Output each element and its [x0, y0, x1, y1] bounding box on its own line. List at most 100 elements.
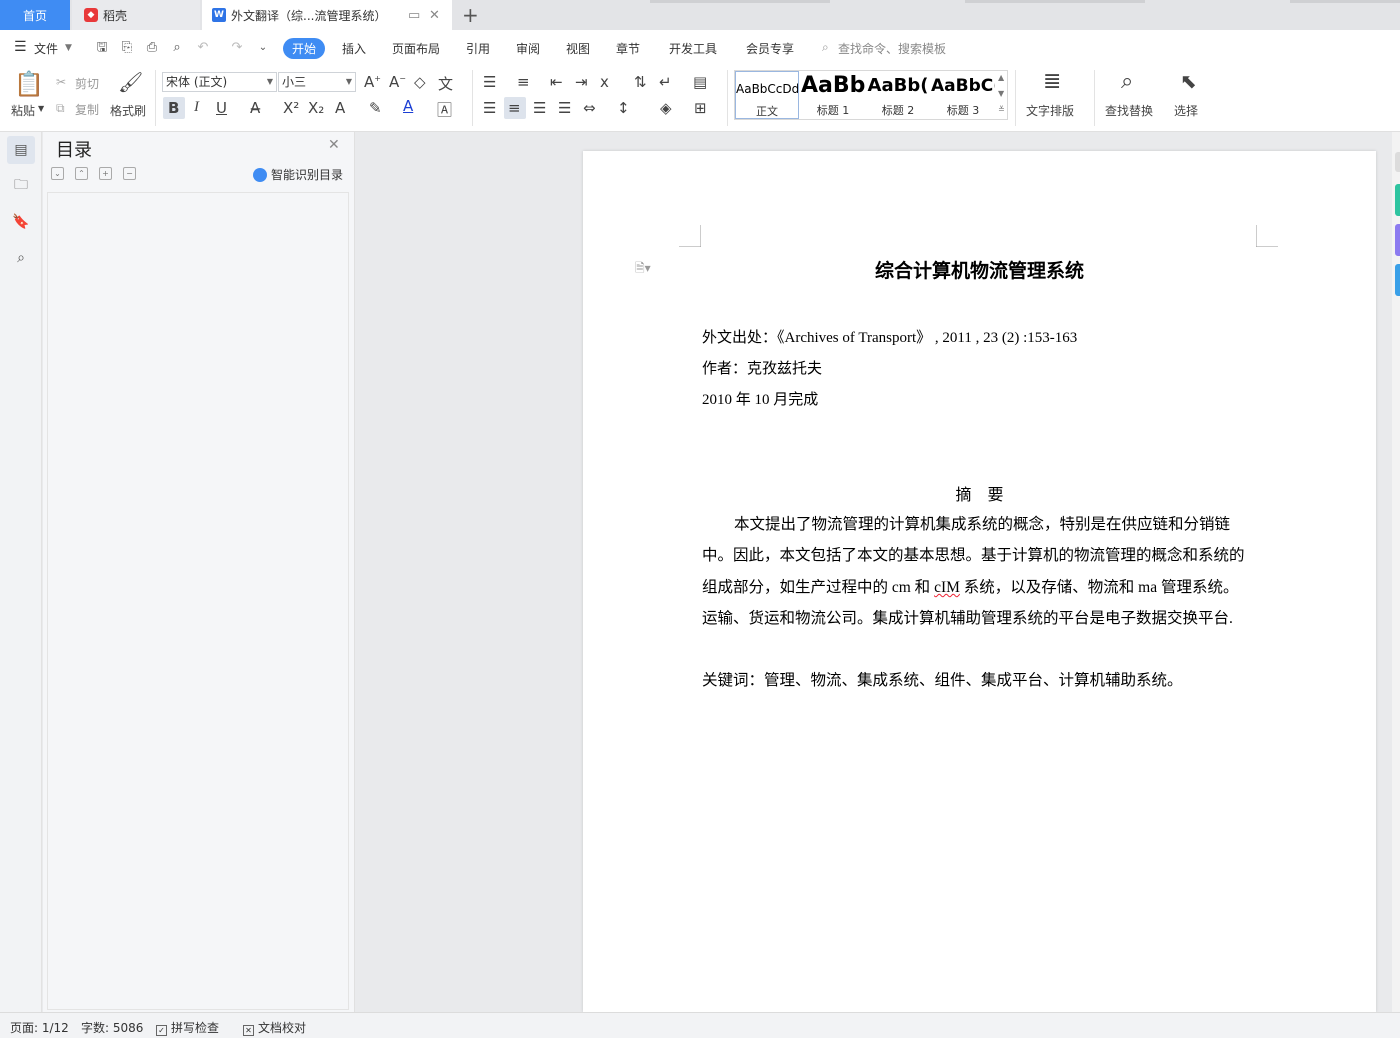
show-marks-icon[interactable]: ↵	[659, 73, 672, 91]
decrease-font-icon[interactable]: A−	[389, 73, 406, 91]
find-replace-button[interactable]: 查找替换	[1105, 102, 1153, 119]
sort-icon[interactable]: ⇅	[634, 73, 647, 91]
menu-view[interactable]: 视图	[566, 40, 590, 57]
more-styles-icon[interactable]: ≚	[998, 105, 1005, 114]
underline-icon[interactable]: U	[216, 99, 227, 117]
rail-tab-purple[interactable]	[1395, 224, 1400, 256]
menu-insert[interactable]: 插入	[342, 40, 366, 57]
style-heading-3[interactable]: AaBbC( 标题 3	[931, 71, 995, 119]
bullet-list-icon[interactable]: ☰	[483, 73, 496, 91]
word-count[interactable]: 字数: 5086	[81, 1019, 143, 1036]
chevron-down-icon[interactable]: ▼	[38, 104, 44, 113]
menu-review[interactable]: 审阅	[516, 40, 540, 57]
select-button[interactable]: 选择	[1174, 102, 1198, 119]
proofread-button[interactable]: ✕ 文档校对	[243, 1019, 306, 1036]
scroll-down-icon[interactable]: ▼	[998, 89, 1004, 98]
increase-font-icon[interactable]: A+	[364, 73, 381, 91]
superscript-icon[interactable]: X²	[283, 99, 299, 117]
align-center-button[interactable]: ≡	[504, 97, 526, 119]
copy-button[interactable]: 复制	[75, 101, 99, 118]
close-icon[interactable]: ✕	[328, 137, 340, 153]
rail-tab-blue[interactable]	[1395, 264, 1400, 296]
table-tools-icon[interactable]: ▤	[693, 73, 707, 91]
align-left-icon[interactable]: ☰	[483, 99, 496, 117]
print-icon[interactable]: ⎙	[144, 40, 160, 56]
tab-daoke[interactable]: ◆ 稻壳	[72, 0, 200, 30]
highlight-icon[interactable]: ✎	[369, 99, 382, 117]
align-right-icon[interactable]: ☰	[533, 99, 546, 117]
new-tab-button[interactable]: +	[462, 3, 479, 27]
toc-list[interactable]	[47, 192, 349, 1010]
line-spacing-icon[interactable]: ↕	[617, 99, 630, 117]
style-heading-2[interactable]: AaBb( 标题 2	[866, 71, 930, 119]
spell-check-button[interactable]: ✓ 拼写检查	[156, 1019, 219, 1036]
tab-document[interactable]: W 外文翻译（综...流管理系统） ▭ ✕	[202, 0, 452, 30]
clear-format-icon[interactable]: ◇	[414, 73, 426, 91]
text-layout-icon[interactable]: ≣	[1043, 69, 1061, 94]
paste-icon[interactable]: 📋	[14, 70, 44, 98]
redo-icon[interactable]: ↷	[229, 40, 245, 56]
cut-icon[interactable]: ✂	[56, 75, 66, 89]
scroll-up-icon[interactable]: ▲	[998, 73, 1004, 82]
search-icon[interactable]: ⌕	[7, 244, 35, 272]
tab-close-icon[interactable]: ✕	[429, 8, 440, 23]
menu-file[interactable]: 文件	[34, 40, 58, 57]
cursor-icon[interactable]: ⬉	[1180, 69, 1197, 93]
chevron-down-icon[interactable]: ▼	[65, 43, 72, 53]
menu-vip[interactable]: 会员专享	[746, 40, 794, 57]
bookmark-icon[interactable]: 🔖	[7, 208, 35, 236]
font-size-select[interactable]: 小三 ▼	[278, 72, 356, 92]
borders-icon[interactable]: ⊞	[694, 99, 707, 117]
command-search-input[interactable]: 查找命令、搜索模板	[838, 40, 946, 57]
undo-icon[interactable]: ↶	[195, 40, 211, 56]
smart-toc-button[interactable]: 智能识别目录	[253, 166, 343, 183]
add-heading-icon[interactable]: +	[99, 167, 112, 180]
distribute-icon[interactable]: ⇔	[583, 99, 596, 117]
italic-icon[interactable]: I	[194, 99, 199, 116]
format-painter-button[interactable]: 格式刷	[110, 102, 146, 119]
increase-indent-icon[interactable]: ⇥	[575, 73, 588, 91]
copy-icon[interactable]: ⧉	[56, 101, 65, 116]
page-indicator[interactable]: 页面: 1/12	[10, 1019, 69, 1036]
bold-button[interactable]: B	[163, 97, 185, 119]
customize-quick-access-icon[interactable]: ⌄	[255, 40, 271, 56]
subscript-icon[interactable]: X₂	[308, 99, 324, 117]
paste-button[interactable]: 粘贴	[11, 102, 35, 119]
menu-layout[interactable]: 页面布局	[392, 40, 440, 57]
tab-home[interactable]: 首页	[0, 0, 70, 30]
text-effect-icon[interactable]: A	[335, 99, 345, 117]
shading-icon[interactable]: ◈	[660, 99, 672, 117]
menu-dev-tools[interactable]: 开发工具	[669, 40, 717, 57]
chapter-nav-icon[interactable]: 🗀	[7, 172, 35, 200]
character-border-icon[interactable]: 🄰	[437, 99, 452, 120]
print-preview-icon[interactable]: ⌕	[169, 40, 185, 56]
document-page[interactable]: 🗎▾ 综合计算机物流管理系统 外文出处：《Archives of Transpo…	[583, 151, 1376, 1012]
menu-start[interactable]: 开始	[283, 38, 325, 59]
strikethrough-icon[interactable]: A̶	[250, 99, 260, 117]
text-layout-button[interactable]: 文字排版	[1026, 102, 1074, 119]
menu-chapter[interactable]: 章节	[616, 40, 640, 57]
search-icon[interactable]: ⌕	[1121, 69, 1133, 94]
toc-pane-icon[interactable]: ▤	[7, 136, 35, 164]
format-painter-icon[interactable]: 🖌	[118, 70, 143, 94]
style-heading-1[interactable]: AaBb 标题 1	[801, 71, 865, 119]
tab-pin-icon[interactable]: ▭	[408, 8, 420, 23]
chinese-layout-icon[interactable]: ⅹ	[600, 73, 609, 91]
phonetic-guide-icon[interactable]: 文	[438, 73, 453, 94]
rail-tab-green[interactable]	[1395, 184, 1400, 216]
collapse-all-icon[interactable]: ⌃	[75, 167, 88, 180]
expand-all-icon[interactable]: ⌄	[51, 167, 64, 180]
cut-button[interactable]: 剪切	[75, 75, 99, 92]
numbered-list-icon[interactable]: ≡	[517, 73, 530, 91]
font-name-select[interactable]: 宋体 (正文) ▼	[162, 72, 277, 92]
remove-heading-icon[interactable]: −	[123, 167, 136, 180]
justify-icon[interactable]: ☰	[558, 99, 571, 117]
decrease-indent-icon[interactable]: ⇤	[550, 73, 563, 91]
style-normal[interactable]: AaBbCcDd 正文	[735, 71, 799, 119]
hamburger-icon[interactable]: ☰	[14, 39, 27, 55]
save-icon[interactable]: 🖫	[94, 40, 110, 56]
font-color-icon[interactable]: A	[403, 97, 413, 115]
spell-error-word[interactable]: cIM	[934, 579, 960, 596]
menu-reference[interactable]: 引用	[466, 40, 490, 57]
export-pdf-icon[interactable]: ⎘	[119, 40, 135, 56]
